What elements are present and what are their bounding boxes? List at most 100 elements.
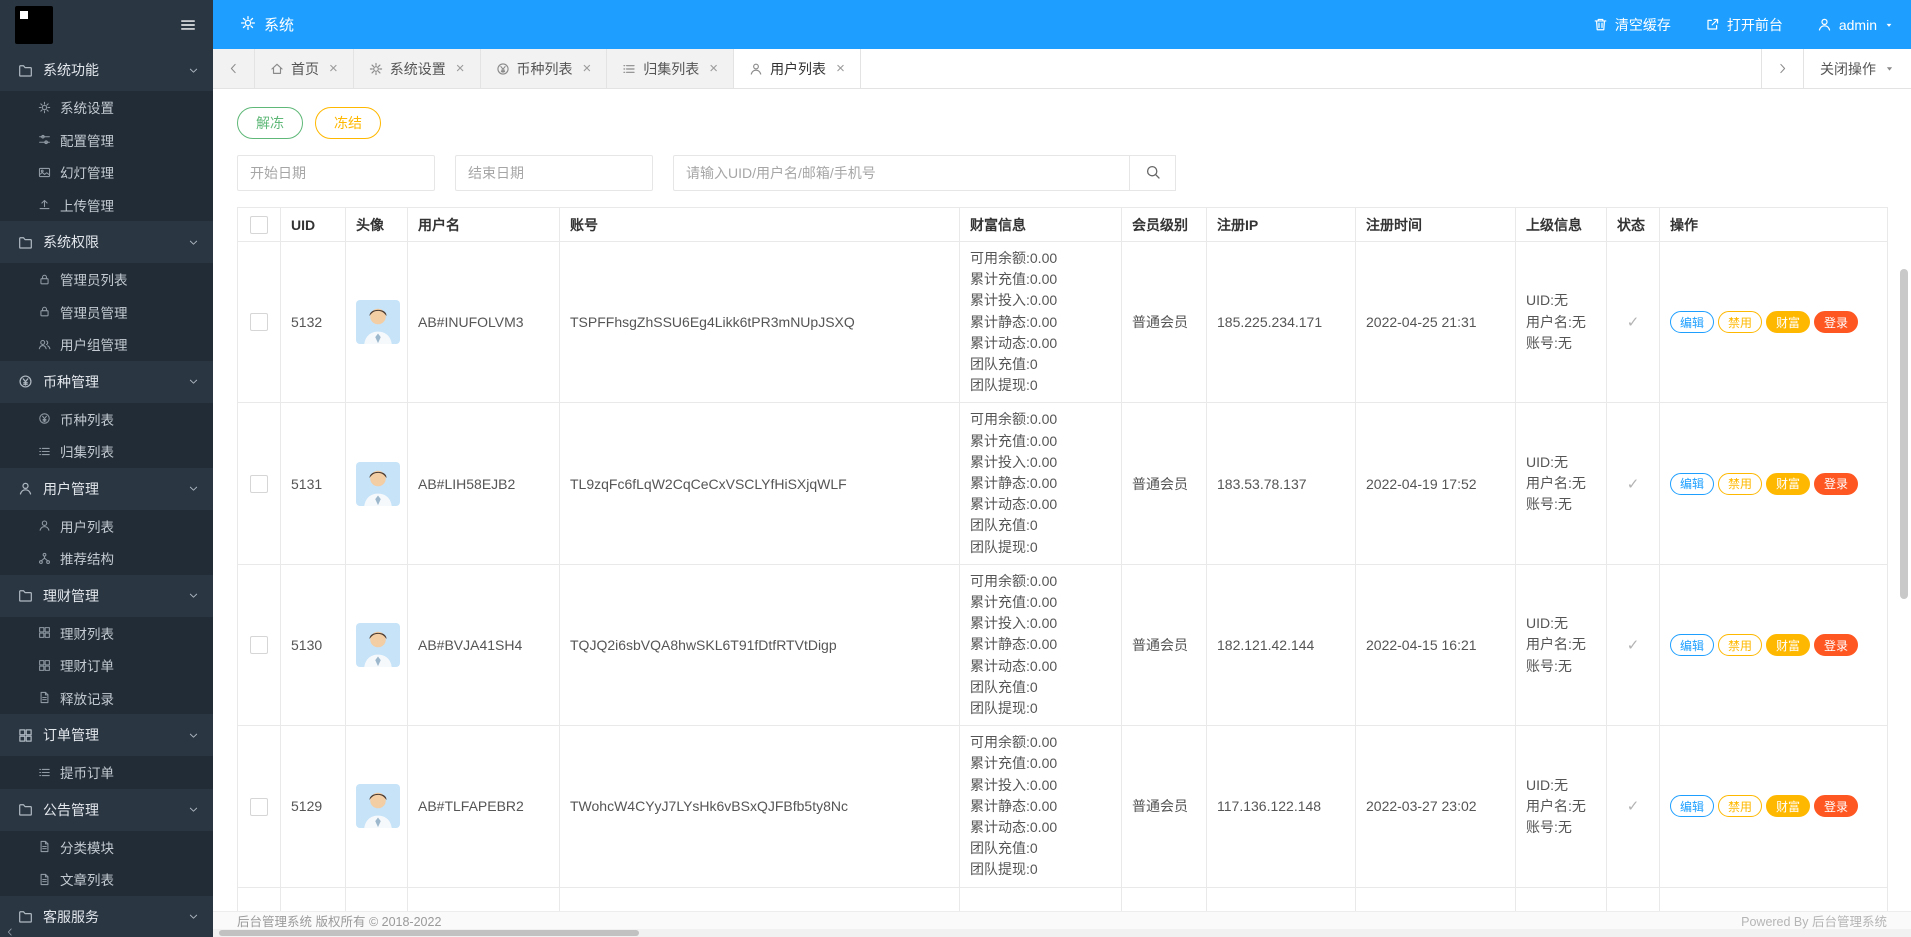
tab-首页[interactable]: 首页 × [255, 49, 354, 88]
sidebar-subitem[interactable]: 推荐结构 [0, 542, 213, 575]
sidebar-item-label: 理财管理 [43, 587, 99, 604]
search-input[interactable] [673, 155, 1130, 191]
cell-uid [280, 886, 346, 911]
tab-币种列表[interactable]: 币种列表 × [480, 49, 608, 88]
sidebar-subitem[interactable]: 币种列表 [0, 403, 213, 436]
row-checkbox[interactable] [250, 474, 268, 493]
cell-uid: 5131 [280, 402, 346, 565]
sidebar-subitem[interactable]: 释放记录 [0, 682, 213, 715]
topbar: 系统 清空缓存 打开前台 admin [213, 0, 1911, 49]
cell-account [559, 886, 960, 911]
sidebar-item-4[interactable]: 理财管理 [0, 575, 213, 617]
superior-line: 用户名:无 [1526, 636, 1586, 653]
sidebar-item-3[interactable]: 用户管理 [0, 468, 213, 510]
unfreeze-button[interactable]: 解冻 [237, 107, 303, 139]
row-checkbox[interactable] [250, 636, 268, 655]
cell-level: 普通会员 [1121, 563, 1207, 727]
search-icon [1146, 165, 1160, 179]
close-icon[interactable]: × [836, 60, 845, 77]
action-disable-button[interactable]: 禁用 [1718, 472, 1763, 495]
sidebar-subitem-label: 系统设置 [60, 101, 114, 117]
sidebar-subitem-label: 用户组管理 [60, 338, 128, 354]
sidebar-item-1[interactable]: 系统权限 [0, 221, 213, 263]
tab-用户列表[interactable]: 用户列表 × [734, 49, 861, 88]
close-icon[interactable]: × [329, 60, 338, 77]
cell-status: ✓ [1606, 563, 1660, 727]
sidebar-subitem[interactable]: 理财列表 [0, 617, 213, 650]
sidebar-item-5[interactable]: 订单管理 [0, 714, 213, 756]
sidebar-item-2[interactable]: 币种管理 [0, 361, 213, 403]
grid-icon [39, 627, 50, 639]
cell-wealth: 可用余额:0.00 累计充值:0.00 累计投入:0.00 累计静态:0.00 累计动态… [959, 402, 1122, 565]
action-disable-button[interactable]: 禁用 [1718, 795, 1763, 818]
sidebar-subitem[interactable]: 归集列表 [0, 435, 213, 468]
action-login-button[interactable]: 登录 [1814, 795, 1859, 818]
cell-username: AB#INUFOLVM3 [407, 240, 560, 404]
status-check-icon: ✓ [1626, 798, 1640, 816]
cell-checkbox [237, 563, 281, 727]
select-all-checkbox[interactable] [250, 215, 268, 234]
coin-icon [19, 375, 32, 388]
clear-cache-button[interactable]: 清空缓存 [1576, 0, 1688, 49]
sidebar-item-0[interactable]: 系统功能 [0, 49, 213, 91]
folder-icon [19, 590, 32, 602]
vertical-scrollbar[interactable] [1900, 269, 1908, 599]
sidebar-subitem[interactable]: 用户列表 [0, 510, 213, 543]
action-wealth-button[interactable]: 财富 [1766, 311, 1811, 334]
sidebar-subitem[interactable]: 分类模块 [0, 831, 213, 864]
tab-系统设置[interactable]: 系统设置 × [353, 49, 481, 88]
sidebar-scroll-left-icon[interactable] [5, 927, 15, 937]
sidebar-subitem[interactable]: 文章列表 [0, 863, 213, 896]
action-edit-button[interactable]: 编辑 [1670, 472, 1715, 495]
wealth-line: 累计充值:0.00 [970, 755, 1058, 772]
sidebar-item-label: 用户管理 [43, 480, 99, 497]
row-checkbox[interactable] [250, 313, 268, 332]
action-login-button[interactable]: 登录 [1814, 634, 1859, 657]
start-date-input[interactable] [237, 155, 435, 191]
cell-status: ✓ [1606, 402, 1660, 565]
action-login-button[interactable]: 登录 [1814, 311, 1859, 334]
cell-checkbox [237, 886, 281, 911]
close-icon[interactable]: × [583, 60, 592, 77]
sidebar-subitem[interactable]: 上传管理 [0, 189, 213, 222]
sidebar-subitem[interactable]: 幻灯管理 [0, 156, 213, 189]
sidebar-subitem[interactable]: 系统设置 [0, 91, 213, 124]
admin-menu-button[interactable]: admin [1800, 0, 1911, 49]
hamburger-menu-icon[interactable] [179, 16, 197, 34]
sidebar-subitem[interactable]: 管理员管理 [0, 296, 213, 329]
end-date-input[interactable] [455, 155, 653, 191]
sidebar-subitem[interactable]: 配置管理 [0, 124, 213, 157]
open-frontend-button[interactable]: 打开前台 [1688, 0, 1800, 49]
action-wealth-button[interactable]: 财富 [1766, 634, 1811, 657]
user-table: UID 头像 用户名 账号 财富信息 会员级别 注册IP 注册时间 上级信息 状态 操作 5132 A… [237, 207, 1888, 911]
cell-uid: 5129 [280, 725, 346, 888]
sidebar-subitem[interactable]: 管理员列表 [0, 263, 213, 296]
sidebar-subitem[interactable]: 用户组管理 [0, 328, 213, 361]
tabs-scroll-left-button[interactable] [213, 49, 255, 88]
row-checkbox[interactable] [250, 797, 268, 816]
tab-归集列表[interactable]: 归集列表 × [607, 49, 735, 88]
action-disable-button[interactable]: 禁用 [1718, 311, 1763, 334]
cell-avatar [345, 402, 408, 565]
sidebar-subitem[interactable]: 提币订单 [0, 756, 213, 789]
sidebar-item-6[interactable]: 公告管理 [0, 789, 213, 831]
close-operations-button[interactable]: 关闭操作 [1803, 49, 1911, 88]
close-icon[interactable]: × [456, 60, 465, 77]
chevron-right-icon [1780, 63, 1786, 74]
action-edit-button[interactable]: 编辑 [1670, 634, 1715, 657]
action-edit-button[interactable]: 编辑 [1670, 311, 1715, 334]
action-wealth-button[interactable]: 财富 [1766, 795, 1811, 818]
action-login-button[interactable]: 登录 [1814, 472, 1859, 495]
search-button[interactable] [1130, 155, 1176, 191]
action-wealth-button[interactable]: 财富 [1766, 472, 1811, 495]
sidebar-item-7[interactable]: 客服服务 [0, 896, 213, 937]
close-icon[interactable]: × [709, 60, 718, 77]
action-edit-button[interactable]: 编辑 [1670, 795, 1715, 818]
action-disable-button[interactable]: 禁用 [1718, 634, 1763, 657]
sidebar-subitem-label: 幻灯管理 [60, 166, 114, 182]
tabs-scroll-right-button[interactable] [1761, 49, 1803, 88]
horizontal-scrollbar-thumb[interactable] [219, 930, 639, 936]
tab-label: 币种列表 [516, 60, 573, 77]
sidebar-subitem[interactable]: 理财订单 [0, 649, 213, 682]
freeze-button[interactable]: 冻结 [315, 107, 381, 139]
